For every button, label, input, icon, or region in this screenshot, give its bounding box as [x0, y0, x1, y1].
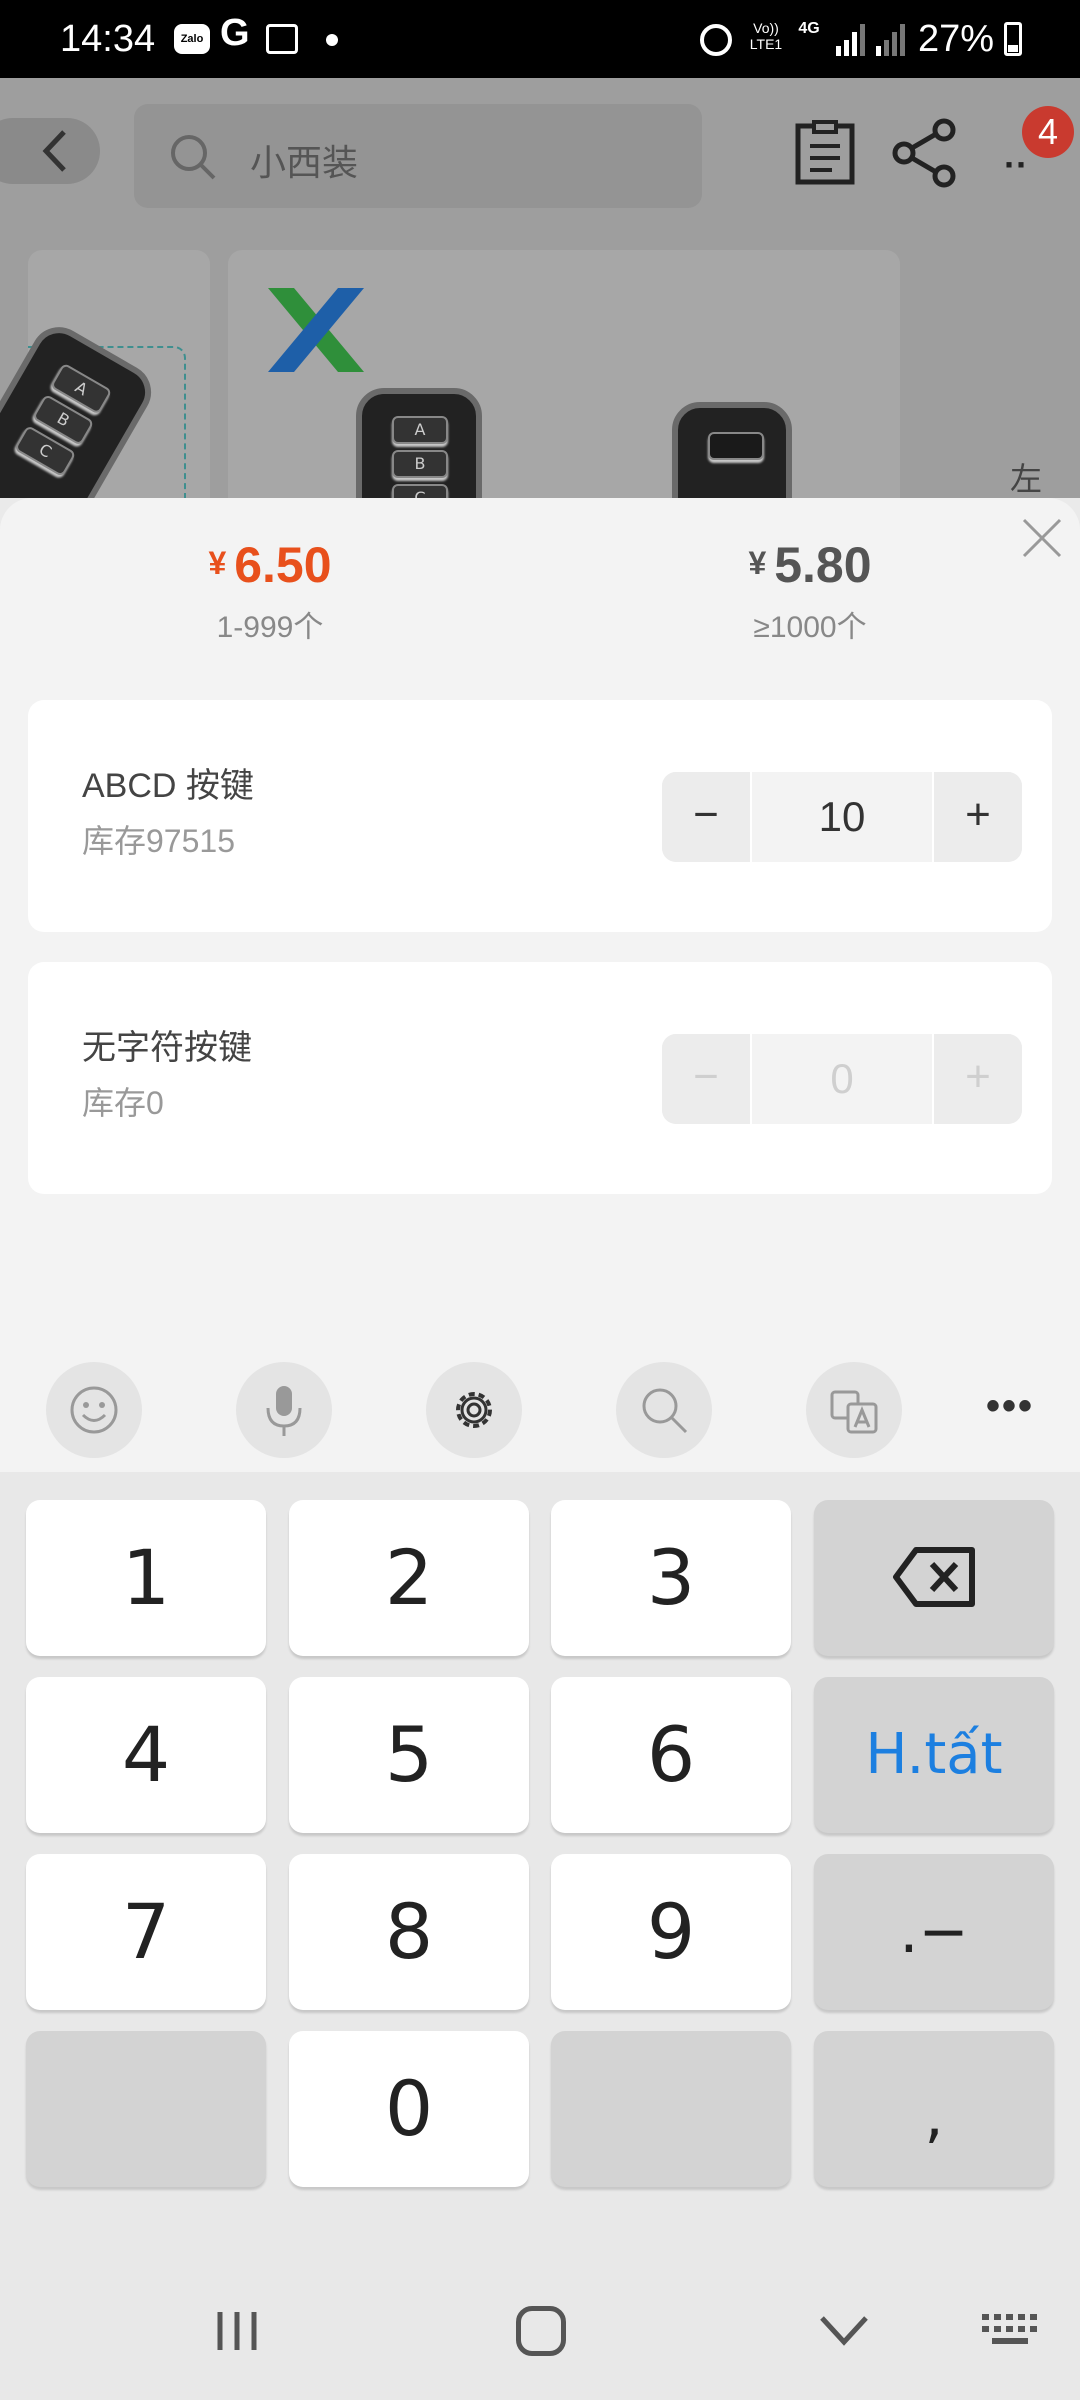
- alarm-icon: [700, 24, 732, 56]
- google-notification-icon: G: [220, 11, 250, 54]
- key-3[interactable]: 3: [551, 1500, 791, 1656]
- search-input[interactable]: 小西装: [134, 104, 702, 208]
- increase-quantity-button: +: [934, 1034, 1022, 1124]
- chevron-left-icon: [42, 130, 66, 172]
- clipboard-icon[interactable]: [794, 120, 856, 186]
- brand-logo: [268, 288, 364, 372]
- tier-price: ¥5.80: [748, 537, 872, 593]
- blank-key: [551, 2031, 791, 2187]
- quantity-input: 0: [750, 1034, 934, 1124]
- signal-strength-sim2-icon: [876, 22, 905, 56]
- dot-dash-key[interactable]: .−: [814, 1854, 1054, 2010]
- backspace-icon: [893, 1547, 975, 1607]
- key-9[interactable]: 9: [551, 1854, 791, 2010]
- remote-key-label: A: [392, 416, 448, 444]
- translate-button[interactable]: [806, 1362, 902, 1458]
- key-7[interactable]: 7: [26, 1854, 266, 2010]
- more-options-icon[interactable]: ··: [1004, 144, 1028, 186]
- backspace-key[interactable]: [814, 1500, 1054, 1656]
- keyboard-toolbar: [0, 1340, 1080, 1472]
- status-bar: 14:34 Zalo G Vo)) LTE1 4G 27%: [0, 0, 1080, 78]
- keyboard-search-button[interactable]: [616, 1362, 712, 1458]
- volte-icon: Vo)) LTE1: [749, 20, 783, 52]
- key-1[interactable]: 1: [26, 1500, 266, 1656]
- close-icon[interactable]: [1020, 516, 1064, 560]
- variant-stock: 库存0: [82, 1085, 164, 1121]
- key-5[interactable]: 5: [289, 1677, 529, 1833]
- remote-key-label: B: [392, 450, 448, 478]
- status-time: 14:34: [60, 18, 156, 60]
- remote-control-image: [672, 402, 792, 498]
- share-icon[interactable]: [890, 118, 960, 188]
- battery-percentage: 27%: [918, 18, 995, 60]
- quantity-stepper: − 10 +: [662, 772, 1022, 862]
- decrease-quantity-button: −: [662, 1034, 750, 1124]
- blank-key: [26, 2031, 266, 2187]
- remote-control-image: A B C: [356, 388, 482, 498]
- product-page-background: 小西装 ·· 4 A B C A B C 左: [0, 78, 1080, 498]
- gallery-notification-icon: [266, 24, 298, 54]
- tier-price: ¥6.50: [208, 537, 332, 593]
- search-icon: [171, 135, 216, 180]
- network-4g-icon: 4G: [798, 20, 820, 37]
- variant-card: ABCD 按键 库存97515 − 10 +: [28, 700, 1052, 932]
- keyboard-settings-button[interactable]: [426, 1362, 522, 1458]
- battery-icon: [1004, 22, 1022, 56]
- variant-card: 无字符按键 库存0 − 0 +: [28, 962, 1052, 1194]
- remote-key-label: C: [392, 484, 448, 498]
- more-notifications-dot-icon: [326, 34, 338, 46]
- key-6[interactable]: 6: [551, 1677, 791, 1833]
- microphone-icon: [266, 1386, 302, 1436]
- quantity-input[interactable]: 10: [750, 772, 934, 862]
- price-tier: ¥6.50 1-999个: [120, 536, 420, 646]
- done-key[interactable]: H.tất: [814, 1677, 1054, 1833]
- signal-strength-icon: [836, 22, 865, 56]
- tier-range: ≥1000个: [753, 611, 867, 644]
- emoji-button[interactable]: [46, 1362, 142, 1458]
- key-4[interactable]: 4: [26, 1677, 266, 1833]
- search-icon: [642, 1388, 688, 1434]
- home-icon[interactable]: [516, 2306, 566, 2356]
- comma-key[interactable]: ,: [814, 2031, 1054, 2187]
- keyboard-switch-icon[interactable]: [980, 2312, 1040, 2346]
- zalo-notification-icon: Zalo: [174, 24, 210, 54]
- increase-quantity-button[interactable]: +: [934, 772, 1022, 862]
- variant-name: 无字符按键: [82, 1029, 252, 1067]
- voice-input-button[interactable]: [236, 1362, 332, 1458]
- side-label: 左: [1010, 461, 1043, 497]
- tier-range: 1-999个: [216, 611, 324, 644]
- variant-stock: 库存97515: [82, 823, 235, 859]
- notification-badge: 4: [1022, 106, 1074, 158]
- search-placeholder: 小西装: [250, 142, 359, 183]
- key-0[interactable]: 0: [289, 2031, 529, 2187]
- remote-blank-key: [708, 432, 764, 460]
- recent-apps-icon[interactable]: [214, 2310, 260, 2352]
- key-8[interactable]: 8: [289, 1854, 529, 2010]
- emoji-icon: [70, 1386, 118, 1434]
- hide-keyboard-chevron-down-icon[interactable]: [818, 2312, 870, 2348]
- key-2[interactable]: 2: [289, 1500, 529, 1656]
- decrease-quantity-button[interactable]: −: [662, 772, 750, 862]
- settings-icon: [456, 1392, 492, 1428]
- more-icon[interactable]: •••: [986, 1384, 1034, 1429]
- price-tier: ¥5.80 ≥1000个: [660, 536, 960, 646]
- variant-name: ABCD 按键: [82, 767, 254, 805]
- translate-icon: [830, 1390, 878, 1434]
- quantity-stepper: − 0 +: [662, 1034, 1022, 1124]
